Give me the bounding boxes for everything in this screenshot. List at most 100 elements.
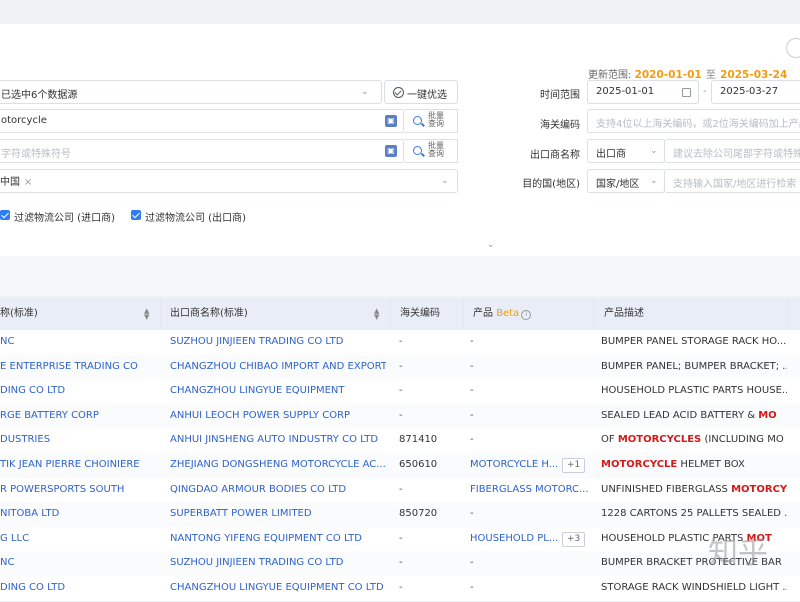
description-text: OF — [601, 434, 618, 446]
hs-code-cell: - — [399, 409, 403, 421]
product-input[interactable]: otorcycle — [0, 109, 404, 133]
hs-code-left-input[interactable]: 字符或特殊符号 — [0, 139, 404, 163]
checkbox-icon[interactable] — [131, 210, 141, 220]
description-highlight: MOTORCYCLES — [617, 434, 702, 446]
table-row[interactable]: R POWERSPORTS SOUTH QINGDAO ARMOUR BODIES… — [0, 477, 800, 504]
product-cell[interactable]: MOTORCYCLE H... — [470, 459, 558, 470]
close-icon[interactable]: × — [24, 177, 32, 188]
image-search-icon[interactable]: ▣ — [385, 115, 397, 127]
expand-chevron-icon[interactable]: ⌄ — [487, 240, 495, 250]
exporter-cell[interactable]: CHANGZHOU LINGYUE EQUIPMENT CO LTD — [170, 582, 386, 593]
exporter-cell[interactable]: SUPERBATT POWER LIMITED — [170, 508, 386, 519]
table-row[interactable]: NITOBA LTD SUPERBATT POWER LIMITED 850720 -… — [0, 502, 800, 528]
sort-icon[interactable]: ▲ ▼ — [374, 308, 379, 321]
checkbox-icon[interactable] — [0, 210, 10, 220]
product-value: otorcycle — [1, 115, 47, 126]
one-key-optimize-button[interactable]: 一键优选 — [384, 80, 458, 104]
description-text: (INCLUDING MO — [701, 434, 784, 446]
filter-logistics-exporter[interactable]: 过滤物流公司 (出口商) — [145, 209, 246, 224]
hs-code-cell: - — [399, 385, 403, 397]
importer-cell[interactable]: NC — [0, 336, 158, 347]
description-text: STORAGE RACK WINDSHIELD LIGHT ... — [601, 582, 787, 593]
importer-cell[interactable]: DUSTRIES — [0, 434, 158, 445]
description-highlight: MOTORCYCLE — [601, 459, 678, 470]
exporter-type-select[interactable]: 出口商 ⌄ — [587, 139, 665, 163]
table-row[interactable]: NC SUZHOU JINJIEEN TRADING CO LTD - - BUMPER… — [0, 330, 800, 356]
product-cell[interactable]: FIBERGLASS MOTORC... — [470, 484, 588, 495]
date-start-input[interactable]: 2025-01-01 — [587, 80, 699, 104]
help-button[interactable] — [786, 38, 800, 58]
destination-select-value: 国家/地区 — [596, 179, 640, 190]
destination-input[interactable]: 支持输入国家/地区进行检索 — [664, 169, 800, 193]
table-row[interactable]: E ENTERPRISE TRADING CO CHANGZHOU CHIBAO … — [0, 354, 800, 381]
product-cell: - — [470, 582, 474, 593]
info-icon[interactable]: i — [521, 310, 532, 320]
chevron-down-icon: ⌄ — [361, 87, 369, 97]
header-product: 产品 Beta i — [473, 298, 532, 330]
batch-query-button[interactable] — [404, 139, 458, 163]
hs-code-cell: - — [399, 582, 403, 593]
table-row[interactable]: NC SUZHOU JINJIEEN TRADING CO LTD - - BUMPER… — [0, 551, 800, 577]
batch-query-button[interactable] — [404, 109, 458, 133]
date-start-value: 2025-01-01 — [596, 86, 655, 97]
image-search-icon[interactable]: ▣ — [385, 145, 397, 157]
importer-cell[interactable]: R POWERSPORTS SOUTH — [0, 484, 158, 495]
importer-cell[interactable]: NITOBA LTD — [0, 508, 158, 519]
country-tag-label: 中国 — [0, 177, 20, 188]
exporter-cell[interactable]: CHANGZHOU LINGYUE EQUIPMENT — [170, 385, 386, 396]
importer-cell[interactable]: DING CO LTD — [0, 582, 158, 593]
importer-cell[interactable]: NC — [0, 557, 158, 568]
hs-code-input[interactable]: 支持4位以上海关编码，或2位海关编码加上产品 — [587, 109, 800, 133]
more-products-badge[interactable]: +1 — [562, 458, 586, 473]
exporter-input[interactable]: 建议去除公司尾部字符或特殊 — [664, 139, 800, 163]
exporter-cell[interactable]: SUZHOU JINJIEEN TRADING CO LTD — [170, 336, 386, 347]
table-row[interactable]: DING CO LTD CHANGZHOU LINGYUE EQUIPMENT C… — [0, 576, 800, 602]
description-text: HOUSEHOLD PLASTIC PARTS HOUSE... — [601, 385, 787, 397]
product-cell[interactable]: HOUSEHOLD PL... — [470, 533, 558, 544]
hs-code-cell: 650610 — [399, 459, 438, 470]
datasource-select[interactable]: 已选中6个数据源 ⌄ — [0, 80, 382, 104]
description-highlight: MO — [758, 409, 777, 421]
description-cell: HOUSEHOLD PLASTIC PARTS HOUSE... — [601, 385, 787, 396]
country-tag[interactable]: 中国 × — [0, 173, 36, 189]
importer-cell[interactable]: DING CO LTD — [0, 385, 158, 396]
country-select[interactable]: ⌄ — [0, 169, 458, 193]
importer-cell[interactable]: G LLC — [0, 533, 158, 544]
top-strip — [0, 0, 800, 22]
exporter-cell[interactable]: SUZHOU JINJIEEN TRADING CO LTD — [170, 557, 386, 568]
exporter-cell[interactable]: CHANGZHOU CHIBAO IMPORT AND EXPORT — [170, 361, 386, 372]
importer-cell[interactable]: TIK JEAN PIERRE CHOINIERE — [0, 459, 158, 470]
header-hs: 海关编码 — [400, 308, 440, 319]
description-cell: 1228 CARTONS 25 PALLETS SEALED ... — [601, 508, 787, 519]
exporter-cell[interactable]: ANHUI JINSHENG AUTO INDUSTRY CO LTD — [170, 434, 386, 445]
table-row[interactable]: DING CO LTD CHANGZHOU LINGYUE EQUIPMENT - -… — [0, 379, 800, 405]
chevron-down-icon: ⌄ — [650, 176, 658, 186]
description-text: BUMPER PANEL STORAGE RACK HO... — [601, 336, 787, 347]
product-cell: - — [470, 336, 474, 347]
hs-code-cell: - — [399, 532, 403, 544]
table-row[interactable]: G LLC NANTONG YIFENG EQUIPMENT CO LTD - HOU… — [0, 526, 800, 553]
exporter-cell[interactable]: NANTONG YIFENG EQUIPMENT CO LTD — [170, 533, 386, 544]
date-end-value: 2025-03-27 — [720, 86, 779, 97]
description-text: 1228 CARTONS 25 PALLETS SEALED ... — [601, 508, 787, 520]
chevron-down-icon: ⌄ — [441, 176, 449, 186]
destination-type-select[interactable]: 国家/地区 ⌄ — [587, 169, 665, 193]
product-cell: - — [470, 434, 474, 446]
importer-cell[interactable]: E ENTERPRISE TRADING CO — [0, 361, 158, 372]
watermark: 知乎 — [708, 536, 768, 571]
description-highlight: MOTORCY — [731, 483, 787, 495]
exporter-cell[interactable]: ZHEJIANG DONGSHENG MOTORCYCLE AC... — [170, 459, 386, 470]
exporter-cell[interactable]: ANHUI LEOCH POWER SUPPLY CORP — [170, 410, 386, 421]
sort-icon[interactable]: ▲ ▼ — [144, 308, 149, 321]
date-end-input[interactable]: 2025-03-27 — [711, 80, 800, 104]
table-row[interactable]: RGE BATTERY CORP ANHUI LEOCH POWER SUPPLY… — [0, 403, 800, 430]
more-products-badge[interactable]: +3 — [562, 531, 586, 547]
table-row[interactable]: DUSTRIES ANHUI JINSHENG AUTO INDUSTRY CO … — [0, 428, 800, 454]
description-text: UNFINISHED FIBERGLASS — [601, 483, 732, 495]
exporter-cell[interactable]: QINGDAO ARMOUR BODIES CO LTD — [170, 484, 386, 495]
description-text: HELMET BOX — [677, 459, 745, 470]
filter-logistics-importer[interactable]: 过滤物流公司 (进口商) — [14, 209, 115, 224]
product-cell: - — [470, 360, 474, 372]
table-row[interactable]: TIK JEAN PIERRE CHOINIERE ZHEJIANG DONGSH… — [0, 453, 800, 479]
importer-cell[interactable]: RGE BATTERY CORP — [0, 410, 158, 421]
